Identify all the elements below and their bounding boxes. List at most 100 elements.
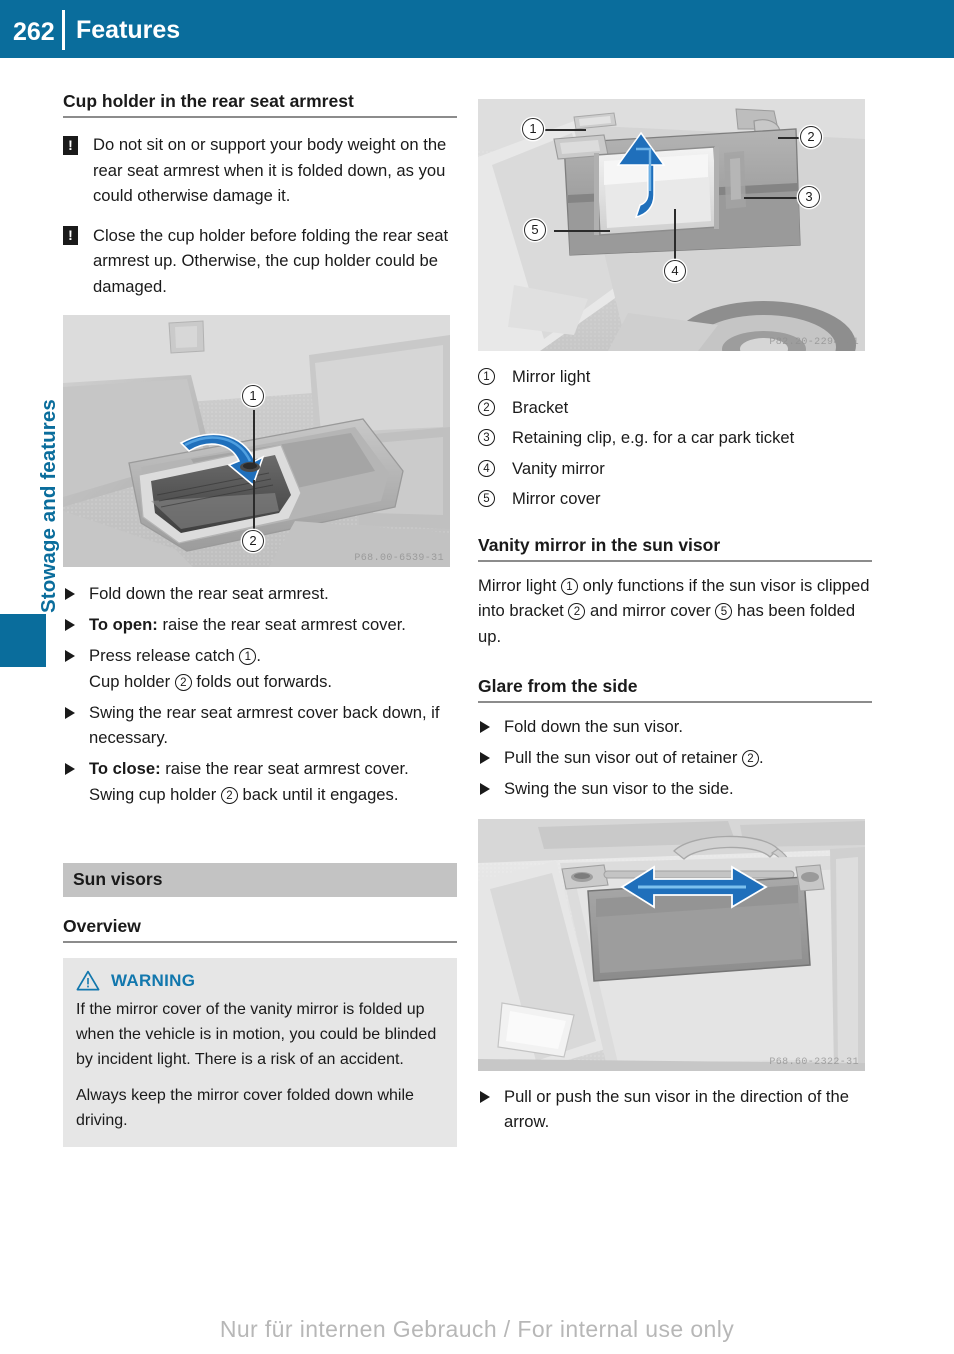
step-item: Swing the sun visor to the side. xyxy=(478,776,872,802)
left-column: Cup holder in the rear seat armrest ! Do… xyxy=(63,90,457,1147)
heading-overview: Overview xyxy=(63,915,457,943)
sun-visor-legend: 1 Mirror light 2 Bracket 3 Retaining cli… xyxy=(478,364,872,512)
warning-paragraph: Always keep the mirror cover folded down… xyxy=(76,1087,414,1129)
note-item: ! Do not sit on or support your body wei… xyxy=(63,132,457,209)
callout-ref-3: 3 xyxy=(478,429,495,446)
leader-line xyxy=(544,129,586,131)
step-text: Fold down the rear seat armrest. xyxy=(89,584,329,603)
triangle-bullet-icon xyxy=(65,619,75,631)
armrest-illustration xyxy=(63,315,450,567)
warning-label: WARNING xyxy=(111,970,196,990)
legend-label: Retaining clip, e.g. for a car park tick… xyxy=(512,428,795,447)
step-text: folds out forwards. xyxy=(191,671,332,691)
figure-code: P68.00-6539-31 xyxy=(354,553,444,564)
triangle-bullet-icon xyxy=(65,650,75,662)
triangle-bullet-icon xyxy=(65,588,75,600)
triangle-bullet-icon xyxy=(480,783,490,795)
step-text: . xyxy=(758,748,764,767)
heading-cup-holder: Cup holder in the rear seat armrest xyxy=(63,90,457,118)
chapter-label: Stowage and features xyxy=(37,399,60,613)
rear-seat-armrest-cup-holder-photo: 1 2 P68.00-6539-31 xyxy=(63,315,450,567)
figure-code: P82.20-2294-31 xyxy=(769,337,859,348)
step-text: Swing cup holder xyxy=(89,784,221,804)
triangle-bullet-icon xyxy=(65,763,75,775)
legend-item: 1 Mirror light xyxy=(478,364,872,390)
leader-line xyxy=(744,197,800,199)
callout-ref-1: 1 xyxy=(239,648,257,665)
step-text: Fold down the sun visor. xyxy=(504,717,683,736)
callout-ref-1: 1 xyxy=(560,577,578,595)
step-text: raise the rear seat armrest cover. xyxy=(165,759,409,778)
exclamation-icon: ! xyxy=(63,226,78,245)
step-text: . xyxy=(256,646,261,665)
final-step-list: Pull or push the sun visor in the direct… xyxy=(478,1084,872,1135)
callout-ref-2: 2 xyxy=(220,786,238,804)
step-lead: To close: xyxy=(89,759,161,778)
cup-holder-steps: Fold down the rear seat armrest. To open… xyxy=(63,581,457,807)
step-text: Swing the sun visor to the side. xyxy=(504,779,734,798)
step-text: Press release catch xyxy=(89,646,240,665)
callout-ref-2: 2 xyxy=(478,398,495,416)
callout-5: 5 xyxy=(524,219,546,241)
warning-paragraph: If the mirror cover of the vanity mirror… xyxy=(76,1001,437,1068)
callout-ref-5: 5 xyxy=(715,603,733,620)
step-item: Pull or push the sun visor in the direct… xyxy=(478,1084,872,1135)
section-bar-sun-visors: Sun visors xyxy=(63,863,457,897)
legend-label: Vanity mirror xyxy=(512,458,605,478)
legend-item: 4 Vanity mirror xyxy=(478,456,872,482)
callout-4: 4 xyxy=(664,260,686,282)
leader-line xyxy=(253,410,255,466)
leader-line xyxy=(253,480,255,534)
vanity-mirror-paragraph: Mirror light 1 only functions if the sun… xyxy=(478,573,872,650)
page-number: 262 xyxy=(13,18,55,46)
step-text: Swing the rear seat armrest cover back d… xyxy=(89,702,440,748)
callout-ref-5: 5 xyxy=(478,490,495,507)
legend-item: 2 Bracket xyxy=(478,395,872,421)
text-part: and mirror cover xyxy=(585,601,716,620)
step-text: Cup holder xyxy=(89,671,175,691)
legend-label: Mirror cover xyxy=(512,489,601,508)
text-part: Mirror light xyxy=(478,575,561,595)
step-item: Swing the rear seat armrest cover back d… xyxy=(63,700,457,751)
warning-panel: WARNING If the mirror cover of the vanit… xyxy=(63,958,457,1147)
callout-ref-1: 1 xyxy=(478,368,495,385)
note-text: Do not sit on or support your body weigh… xyxy=(93,135,447,205)
warning-header: WARNING xyxy=(76,970,444,991)
step-lead: To open: xyxy=(89,615,158,634)
glare-steps: Fold down the sun visor. Pull the sun vi… xyxy=(478,714,872,802)
callout-2: 2 xyxy=(242,530,264,552)
triangle-bullet-icon xyxy=(65,706,75,719)
footer-watermark: Nur für internen Gebrauch / For internal… xyxy=(219,1316,735,1342)
callout-ref-4: 4 xyxy=(478,459,495,477)
callout-ref-2: 2 xyxy=(174,673,192,691)
callout-1: 1 xyxy=(522,118,544,140)
header-divider xyxy=(62,10,65,50)
legend-item: 3 Retaining clip, e.g. for a car park ti… xyxy=(478,425,872,451)
callout-ref-2: 2 xyxy=(568,603,586,620)
right-column: 5 1 2 3 4 P82.20-2294-31 1 Mirror light … xyxy=(478,90,872,1140)
callout-3: 3 xyxy=(798,186,820,208)
page-header-bar: 262 Features xyxy=(0,0,954,58)
note-item: ! Close the cup holder before folding th… xyxy=(63,223,457,300)
legend-item: 5 Mirror cover xyxy=(478,486,872,512)
step-text: Pull the sun visor out of retainer xyxy=(504,748,742,767)
step-item: Fold down the sun visor. xyxy=(478,714,872,740)
sun-visor-vanity-mirror-photo: 5 1 2 3 4 P82.20-2294-31 xyxy=(478,99,865,351)
legend-label: Bracket xyxy=(512,397,569,417)
step-text: raise the rear seat armrest cover. xyxy=(162,615,406,634)
note-text: Close the cup holder before folding the … xyxy=(93,225,449,296)
callout-1: 1 xyxy=(242,385,264,407)
triangle-bullet-icon xyxy=(480,1090,490,1103)
step-item: To close: raise the rear seat armrest co… xyxy=(63,756,457,807)
sun-visor-slide-photo: P68.60-2322-31 xyxy=(478,818,865,1071)
heading-vanity-mirror: Vanity mirror in the sun visor xyxy=(478,534,872,562)
triangle-bullet-icon xyxy=(480,721,490,733)
step-item: Fold down the rear seat armrest. xyxy=(63,581,457,607)
callout-ref-2: 2 xyxy=(741,750,759,767)
page-title: Features xyxy=(76,16,181,44)
warning-triangle-icon xyxy=(76,970,100,991)
exclamation-icon: ! xyxy=(63,135,78,155)
step-item: Press release catch 1. Cup holder 2 fold… xyxy=(63,643,457,694)
step-text: back until it engages. xyxy=(237,784,399,804)
leader-line xyxy=(674,209,676,265)
